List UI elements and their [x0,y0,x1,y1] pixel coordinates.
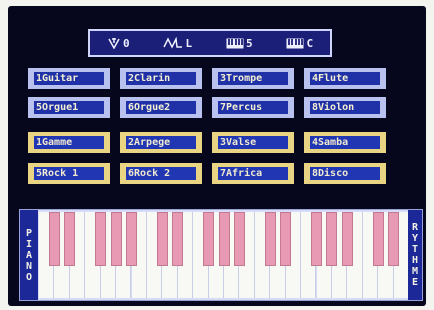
keyboard-small-icon [226,38,244,49]
piano-mode-tab[interactable]: PIANO [20,210,38,300]
button-label: 5Rock 1 [34,167,104,180]
button-label: 2Arpege [126,136,196,149]
rhythm-button-rock1[interactable]: 5Rock 1 [28,163,110,184]
screen: 0 L 5 C 1Guitar 2Clarin 3Trompe 4Flute 5… [8,6,426,306]
button-label: 5Orgue1 [34,101,104,114]
button-label: 2Clarin [126,72,196,85]
button-label: 6Orgue2 [126,101,196,114]
label-letter: O [25,271,33,283]
black-key[interactable] [48,212,60,266]
control-bar: 0 L 5 C [88,29,332,57]
label-letter: H [411,255,419,266]
keys-area [39,212,409,298]
instrument-button-flute[interactable]: 4Flute [304,68,386,89]
instrument-button-organ2[interactable]: 6Orgue2 [120,97,202,118]
metronome-icon [107,37,121,49]
instrument-button-guitar[interactable]: 1Guitar [28,68,110,89]
black-key[interactable] [172,212,184,266]
label-letter: P [25,227,33,239]
black-key[interactable] [388,212,400,266]
instrument-button-violin[interactable]: 8Violon [304,97,386,118]
button-label: 4Flute [310,72,380,85]
black-key[interactable] [264,212,276,266]
keyboard-small-icon [286,38,304,49]
rhythm-button-disco[interactable]: 8Disco [304,163,386,184]
button-label: 8Violon [310,101,380,114]
waveform-icon [163,37,183,49]
label-letter: A [25,249,33,261]
tempo-value: 0 [122,36,130,50]
instrument-button-percussion[interactable]: 7Percus [212,97,294,118]
instrument-button-trumpet[interactable]: 3Trompe [212,68,294,89]
label-letter: R [411,222,419,233]
black-key[interactable] [95,212,107,266]
instrument-button-organ1[interactable]: 5Orgue1 [28,97,110,118]
button-label: 3Valse [218,136,288,149]
piano-mode-label: PIANO [20,210,38,300]
black-key[interactable] [110,212,122,266]
black-key[interactable] [341,212,353,266]
style-control[interactable]: 5 [226,37,253,50]
black-key[interactable] [280,212,292,266]
label-letter: Y [411,233,419,244]
black-key[interactable] [64,212,76,266]
rhythm-button-scale[interactable]: 1Gamme [28,132,110,153]
black-key[interactable] [233,212,245,266]
piano-keyboard: PIANO RYTHME [19,209,423,301]
rhythm-mode-label: RYTHME [408,210,422,300]
wave-control[interactable]: L [163,37,192,50]
mode-value: C [306,36,314,50]
rhythm-button-rock2[interactable]: 6Rock 2 [120,163,202,184]
black-key[interactable] [311,212,322,266]
label-letter: I [25,238,33,250]
rhythm-mode-tab[interactable]: RYTHME [408,210,422,300]
button-label: 3Trompe [218,72,288,85]
rhythm-button-waltz[interactable]: 3Valse [212,132,294,153]
rhythm-button-africa[interactable]: 7Africa [212,163,294,184]
rhythm-button-arpeggio[interactable]: 2Arpege [120,132,202,153]
instrument-button-clarinet[interactable]: 2Clarin [120,68,202,89]
black-key[interactable] [326,212,338,266]
black-key[interactable] [372,212,384,266]
black-key[interactable] [218,212,230,266]
black-key[interactable] [126,212,137,266]
button-label: 7Africa [218,167,288,180]
button-label: 8Disco [310,167,380,180]
label-letter: T [411,244,419,255]
button-label: 6Rock 2 [126,167,196,180]
button-label: 4Samba [310,136,380,149]
black-key[interactable] [203,212,215,266]
black-key[interactable] [156,212,168,266]
button-label: 1Guitar [34,72,104,85]
wave-value: L [185,36,193,50]
label-letter: E [411,277,419,288]
mode-control[interactable]: C [286,37,313,50]
label-letter: N [25,260,33,272]
tempo-control[interactable]: 0 [107,37,130,50]
button-label: 7Percus [218,101,288,114]
style-value: 5 [245,36,253,50]
button-label: 1Gamme [34,136,104,149]
rhythm-button-samba[interactable]: 4Samba [304,132,386,153]
label-letter: M [411,266,419,277]
